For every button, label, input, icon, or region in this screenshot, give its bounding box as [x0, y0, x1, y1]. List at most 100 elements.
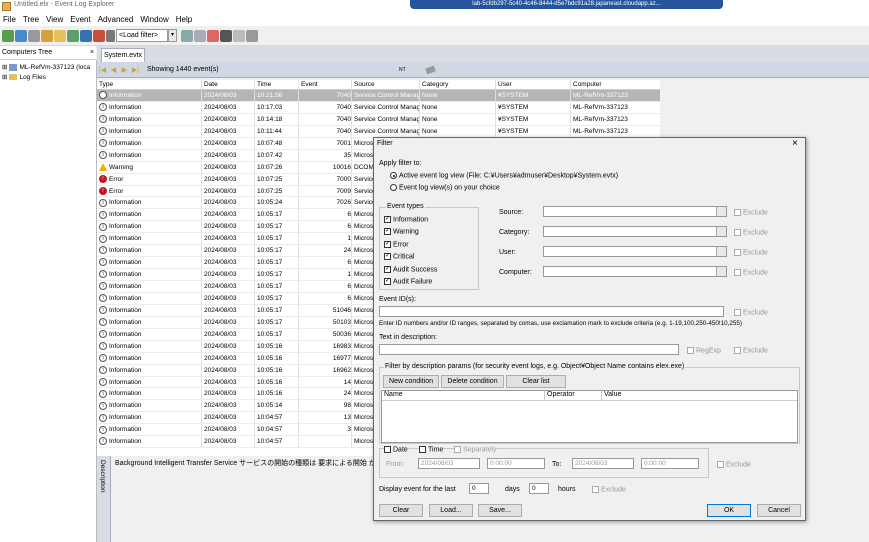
radio-active-view[interactable]: Active event log view (File: C:¥Users¥ad…	[390, 172, 618, 179]
save-icon[interactable]	[80, 29, 92, 42]
checkbox[interactable]	[734, 229, 741, 236]
type-option-warning[interactable]: ✓ Warning	[384, 228, 419, 236]
radio-button[interactable]	[390, 184, 397, 191]
open-icon[interactable]	[41, 29, 53, 42]
checkbox[interactable]: ✓	[384, 240, 391, 248]
date-option[interactable]: Date	[384, 446, 408, 454]
menu-event[interactable]: Event	[70, 15, 90, 24]
next-icon[interactable]: ▶	[119, 66, 130, 74]
close-icon[interactable]: ×	[792, 138, 798, 149]
checkbox[interactable]: ✓	[384, 265, 391, 273]
event-ids-input[interactable]	[379, 306, 724, 317]
menu-help[interactable]: Help	[176, 15, 192, 24]
text-desc-exclude[interactable]: Exclude	[734, 347, 768, 354]
user-select[interactable]	[543, 246, 727, 257]
remove-filter-icon[interactable]	[194, 29, 206, 42]
filter-combo[interactable]: <Load filter>	[116, 29, 168, 42]
type-option-critical[interactable]: ✓ Critical	[384, 253, 414, 261]
first-icon[interactable]: |◀	[97, 66, 108, 74]
radio-button[interactable]	[390, 172, 397, 179]
from-date-input[interactable]: 2024/08/03	[418, 458, 480, 469]
prev-icon[interactable]: ◀	[108, 66, 119, 74]
print-preview-icon[interactable]	[233, 29, 245, 42]
settings-icon[interactable]	[207, 29, 219, 42]
checkbox[interactable]: ✓	[384, 253, 391, 261]
category-exclude[interactable]: Exclude	[734, 229, 768, 236]
checkbox[interactable]	[687, 347, 694, 354]
checkbox[interactable]	[419, 446, 426, 453]
col-user[interactable]: User	[496, 80, 571, 89]
time-option[interactable]: Time	[419, 446, 444, 454]
print-icon[interactable]	[246, 29, 258, 42]
from-time-input[interactable]: 0:00:00	[487, 458, 545, 469]
type-option-information[interactable]: ✓ Information	[384, 216, 428, 223]
hours-input[interactable]: 0	[529, 483, 549, 494]
computer-icon[interactable]	[28, 29, 40, 42]
clear-log-icon[interactable]	[93, 29, 105, 42]
table-row[interactable]: i Information 2024/08/03 10:21:56 7040 Servic…	[97, 90, 660, 102]
filter-icon[interactable]	[106, 29, 115, 42]
checkbox[interactable]	[454, 446, 461, 453]
tree-item-computer[interactable]: ⊞ ML-RefVm-337123 (loca	[2, 63, 90, 71]
remote-session-banner[interactable]: lab-5cfdb297-5c40-4c46-8444-d5e7bdc91a28…	[410, 0, 723, 9]
last-exclude[interactable]: Exclude	[592, 486, 626, 493]
col-computer[interactable]: Computer	[571, 80, 660, 89]
col-type[interactable]: Type	[97, 80, 202, 89]
text-desc-input[interactable]	[379, 344, 679, 355]
menu-tree[interactable]: Tree	[23, 15, 39, 24]
menu-advanced[interactable]: Advanced	[98, 15, 134, 24]
days-input[interactable]: 0	[469, 483, 489, 494]
col-event[interactable]: Event	[299, 80, 352, 89]
table-row[interactable]: i Information 2024/08/03 10:14:18 7040 Servic…	[97, 113, 660, 126]
export-icon[interactable]	[67, 29, 79, 42]
checkbox[interactable]	[717, 461, 724, 468]
checkbox[interactable]	[384, 446, 391, 453]
menu-window[interactable]: Window	[140, 15, 168, 24]
menu-view[interactable]: View	[46, 15, 63, 24]
delete-condition-button[interactable]: Delete condition	[441, 375, 504, 388]
checkbox[interactable]: ✓	[384, 216, 391, 223]
checkbox[interactable]	[734, 209, 741, 216]
checkbox[interactable]	[734, 269, 741, 276]
checkbox[interactable]	[734, 347, 741, 354]
checkbox[interactable]	[734, 249, 741, 256]
col-source[interactable]: Source	[352, 80, 420, 89]
checkbox[interactable]	[734, 309, 741, 316]
refresh-icon[interactable]	[15, 29, 27, 42]
tree-item-logfiles[interactable]: ⊞ Log Files	[2, 73, 46, 82]
new-icon[interactable]	[2, 29, 14, 42]
type-option-error[interactable]: ✓ Error	[384, 240, 409, 248]
user-exclude[interactable]: Exclude	[734, 249, 768, 256]
col-category[interactable]: Category	[420, 80, 496, 89]
to-date-input[interactable]: 2024/08/03	[572, 458, 634, 469]
col-time[interactable]: Time	[255, 80, 299, 89]
load-button[interactable]: Load...	[429, 504, 473, 517]
checkbox[interactable]: ✓	[384, 278, 391, 285]
tab-system-evtx[interactable]: System.evtx	[101, 48, 145, 62]
menu-file[interactable]: File	[3, 15, 16, 24]
source-exclude[interactable]: Exclude	[734, 209, 768, 216]
folder-icon[interactable]	[54, 29, 66, 42]
table-row[interactable]: i Information 2024/08/03 10:11:44 7040 Servic…	[97, 125, 660, 138]
table-row[interactable]: i Information 2024/08/03 10:17:03 7040 Servic…	[97, 101, 660, 114]
save-button[interactable]: Save...	[478, 504, 522, 517]
radio-selected-views[interactable]: Event log view(s) on your choice	[390, 184, 500, 191]
filter-tool-icon[interactable]	[181, 29, 193, 42]
new-condition-button[interactable]: New condition	[383, 375, 439, 388]
checkbox[interactable]	[592, 486, 599, 493]
computer-exclude[interactable]: Exclude	[734, 269, 768, 276]
clear-list-button[interactable]: Clear list	[506, 375, 566, 388]
ok-button[interactable]: OK	[707, 504, 751, 517]
col-date[interactable]: Date	[202, 80, 255, 89]
type-option-audit-success[interactable]: ✓ Audit Success	[384, 265, 437, 273]
to-time-input[interactable]: 0:00:00	[641, 458, 699, 469]
last-icon[interactable]: ▶|	[130, 66, 141, 74]
conditions-table[interactable]: Name Operator Value	[381, 390, 798, 443]
computer-select[interactable]	[543, 266, 727, 277]
binoculars-icon[interactable]	[220, 29, 232, 42]
cancel-button[interactable]: Cancel	[757, 504, 801, 517]
close-icon[interactable]: ×	[90, 46, 94, 60]
type-option-audit-failure[interactable]: ✓ Audit Failure	[384, 278, 432, 285]
category-select[interactable]	[543, 226, 727, 237]
regexp-option[interactable]: RegExp	[687, 347, 721, 354]
